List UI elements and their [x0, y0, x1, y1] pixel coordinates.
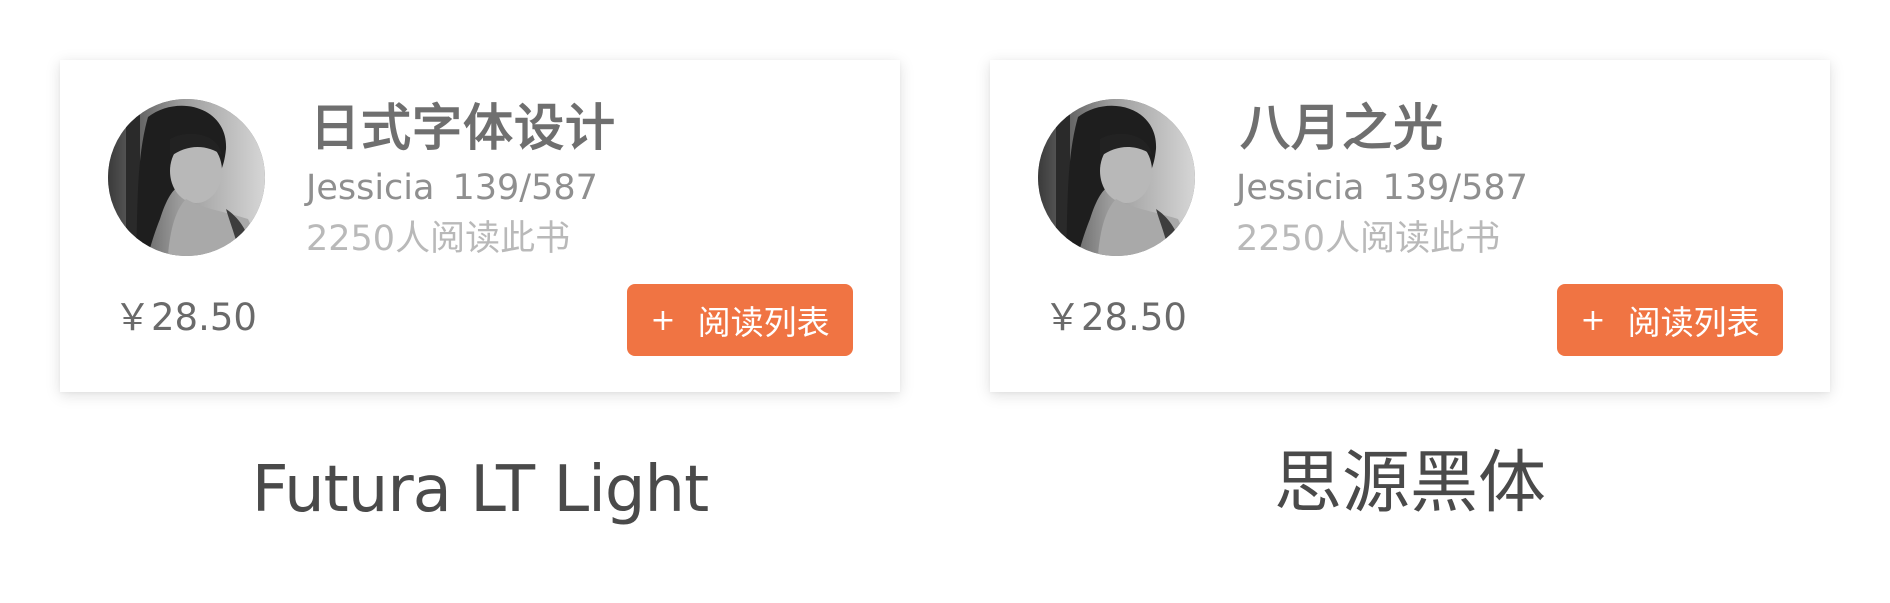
avatar: [108, 99, 265, 256]
plus-icon: +: [650, 302, 676, 338]
author-name: Jessicia: [1236, 168, 1365, 208]
reader-count: 2250人阅读此书: [306, 219, 571, 259]
book-card-right[interactable]: 八月之光 Jessicia 139/587 2250人阅读此书 ￥28.50 + …: [990, 60, 1830, 392]
font-caption-left: Futura LT Light: [251, 453, 709, 527]
add-to-reading-list-button[interactable]: + 阅读列表: [1557, 284, 1783, 356]
author-progress: Jessicia 139/587: [1236, 164, 1528, 212]
button-label: 阅读列表: [697, 303, 830, 342]
avatar-photo: [1038, 99, 1195, 256]
reader-count: 2250人阅读此书: [1236, 219, 1501, 259]
font-caption-right: 思源黑体: [1273, 444, 1546, 523]
reading-progress: 139/587: [1382, 168, 1528, 208]
add-to-reading-list-button[interactable]: + 阅读列表: [627, 284, 853, 356]
author-progress: Jessicia 139/587: [306, 164, 598, 212]
avatar: [1038, 99, 1195, 256]
book-price: ￥28.50: [114, 296, 257, 339]
author-name: Jessicia: [306, 168, 435, 208]
button-label: 阅读列表: [1627, 303, 1760, 342]
book-title: 日式字体设计: [310, 98, 616, 157]
book-title: 八月之光: [1240, 98, 1444, 157]
plus-icon: +: [1580, 302, 1606, 338]
avatar-photo: [108, 99, 265, 256]
book-card-left[interactable]: 日式字体设计 Jessicia 139/587 2250人阅读此书 ￥28.50 …: [60, 60, 900, 392]
book-price: ￥28.50: [1044, 296, 1187, 339]
reading-progress: 139/587: [452, 168, 598, 208]
